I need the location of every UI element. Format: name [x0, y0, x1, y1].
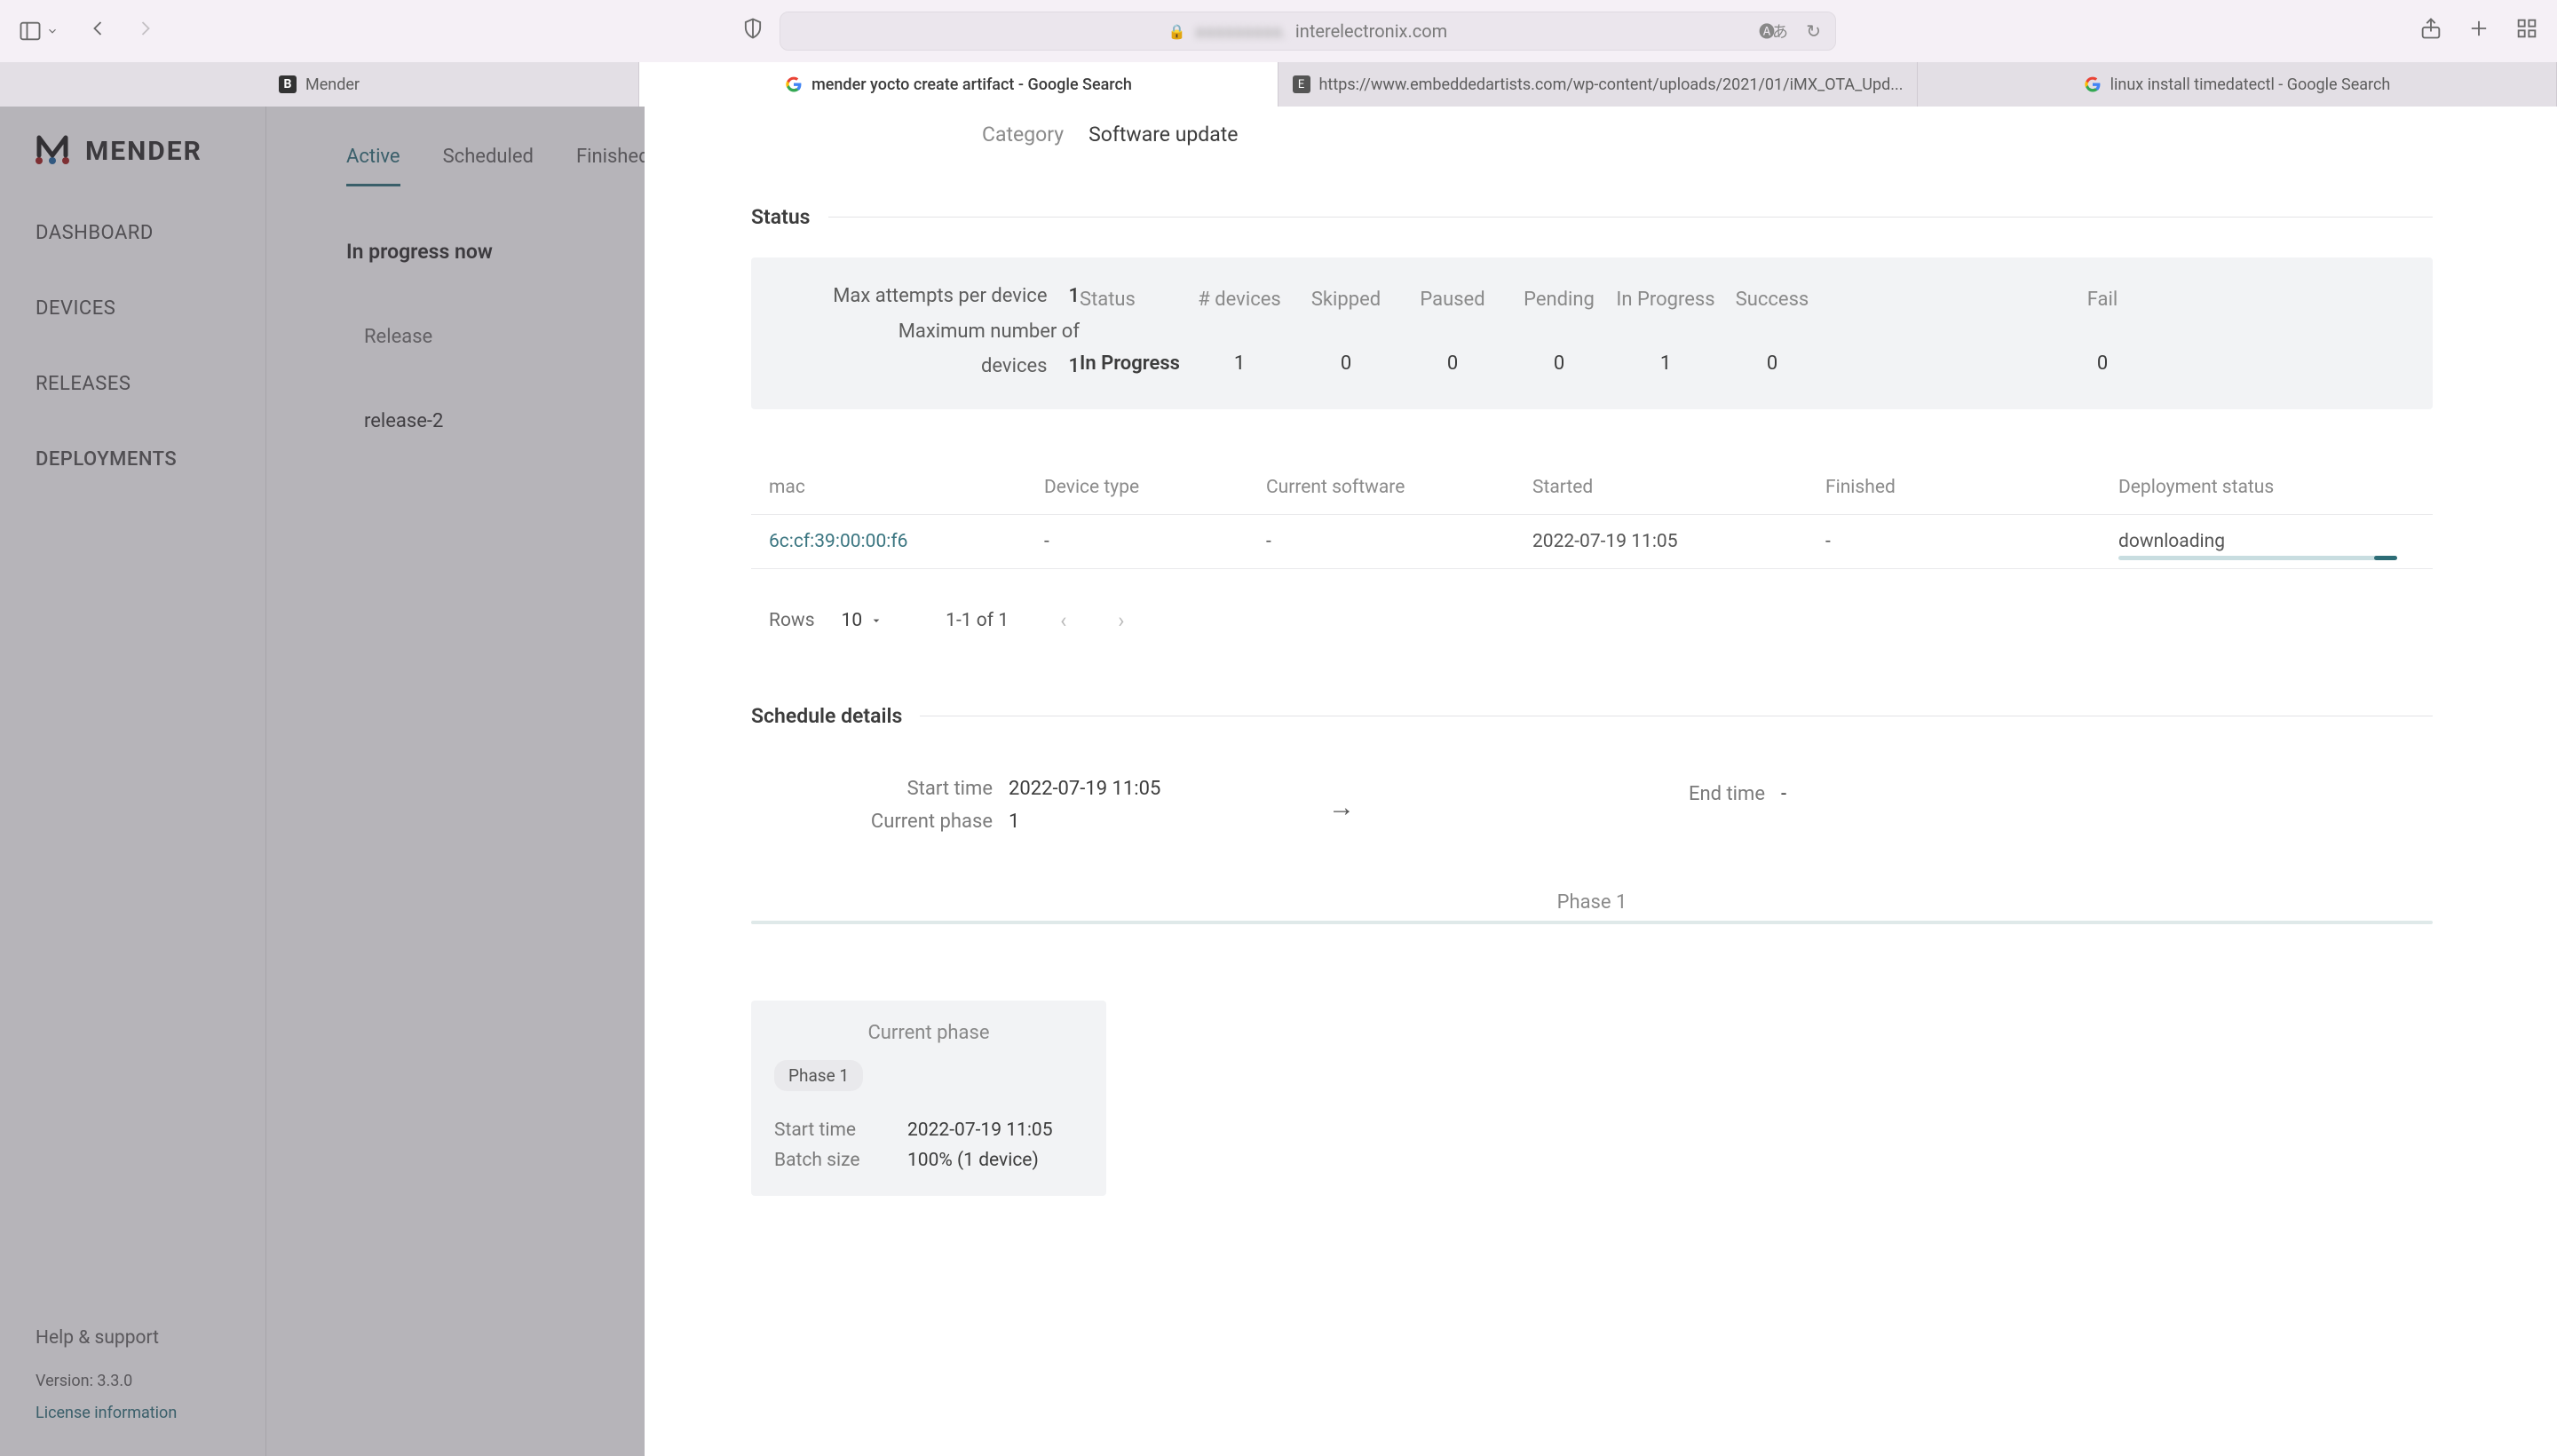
max-devices-label: Maximum number of devices [899, 320, 1080, 378]
window-sidebar-toggle[interactable] [18, 19, 59, 44]
tab-mender[interactable]: B Mender [0, 62, 639, 107]
deployment-detail-panel: Category Software update Status Status #… [645, 107, 2557, 1456]
category-value: Software update [1089, 123, 1238, 146]
schedule-start-value: 2022-07-19 11:05 [1009, 778, 1186, 800]
status-summary-box: Status # devices Skipped Paused Pending … [751, 257, 2433, 409]
arrow-right-icon: → [1328, 792, 1355, 823]
tab-strip: B Mender mender yocto create artifact - … [0, 62, 2557, 107]
phase-chip: Phase 1 [774, 1060, 863, 1091]
schedule-end-label: End time [1639, 783, 1781, 805]
page-range: 1-1 of 1 [946, 610, 1009, 631]
table-row[interactable]: 6c:cf:39:00:00:f6 - - 2022-07-19 11:05 -… [751, 515, 2433, 569]
new-tab-icon[interactable] [2466, 16, 2491, 47]
schedule-phase-label: Current phase [831, 811, 1009, 833]
th-finished: Finished [1825, 477, 2118, 498]
dropdown-arrow-icon [869, 613, 883, 628]
max-attempts-label: Max attempts per device [833, 285, 1047, 307]
phase-progress-label: Phase 1 [1557, 891, 1627, 914]
phase-progress-bar: Phase 1 [751, 891, 2433, 924]
favicon-site-icon: E [1293, 75, 1310, 93]
nav-forward-button[interactable] [133, 16, 158, 47]
status-col-paused: Paused [1399, 289, 1506, 311]
table-pager: Rows 10 1-1 of 1 ‹ › [751, 608, 2433, 633]
cell-deployment-status: downloading [2118, 531, 2433, 552]
cell-mac[interactable]: 6c:cf:39:00:00:f6 [769, 531, 1044, 552]
translate-icon[interactable]: 🅐あ [1759, 20, 1785, 43]
favicon-google-icon [2084, 75, 2102, 93]
status-col-pending: Pending [1506, 289, 1612, 311]
current-phase-card: Current phase Phase 1 Start time 2022-07… [751, 1001, 1106, 1196]
favicon-google-icon [785, 75, 803, 93]
status-val-devices: 1 [1186, 352, 1293, 375]
tab-google-search-2[interactable]: linux install timedatectl - Google Searc… [1918, 62, 2557, 107]
address-bar[interactable]: 🔒 aaaaaaaaa. interelectronix.com 🅐あ ↻ [780, 12, 1836, 51]
tab-overview-icon[interactable] [2514, 16, 2539, 47]
phase-card-batch-label: Batch size [774, 1150, 890, 1171]
phase-card-start-label: Start time [774, 1120, 890, 1141]
status-val-skipped: 0 [1293, 352, 1399, 375]
url-text: interelectronix.com [1295, 20, 1447, 42]
nav-back-button[interactable] [85, 16, 110, 47]
status-col-devices: # devices [1186, 289, 1293, 311]
rows-per-page-select[interactable]: 10 [842, 610, 884, 631]
phase-card-title: Current phase [774, 1022, 1083, 1044]
reload-icon[interactable]: ↻ [1806, 20, 1821, 42]
status-col-fail: Fail [1825, 289, 2379, 311]
download-progress-bar [2118, 556, 2397, 560]
page-prev-button[interactable]: ‹ [1060, 608, 1066, 633]
cell-device-type: - [1044, 531, 1266, 552]
schedule-phase-value: 1 [1009, 811, 1186, 833]
th-device-type: Device type [1044, 477, 1266, 498]
th-deployment-status: Deployment status [2118, 477, 2433, 498]
status-val-paused: 0 [1399, 352, 1506, 375]
share-icon[interactable] [2418, 16, 2443, 47]
cell-started: 2022-07-19 11:05 [1532, 531, 1825, 552]
privacy-shield-icon[interactable] [740, 16, 765, 47]
tab-embedded-artists[interactable]: E https://www.embeddedartists.com/wp-con… [1278, 62, 1918, 107]
lock-icon: 🔒 [1168, 23, 1186, 40]
th-started: Started [1532, 477, 1825, 498]
status-col-inprogress: In Progress [1612, 289, 1719, 311]
category-label: Category [982, 123, 1064, 146]
phase-card-start-value: 2022-07-19 11:05 [907, 1120, 1053, 1141]
th-mac: mac [769, 477, 1044, 498]
status-value: In Progress [1080, 352, 1186, 375]
status-val-inprogress: 1 [1612, 352, 1719, 375]
phase-card-batch-value: 100% (1 device) [907, 1150, 1039, 1171]
tab-google-search-1[interactable]: mender yocto create artifact - Google Se… [639, 62, 1278, 107]
favicon-bootstrap-icon: B [279, 75, 297, 93]
schedule-start-label: Start time [831, 778, 1009, 800]
chevron-down-icon [46, 25, 59, 37]
cell-finished: - [1825, 531, 2118, 552]
status-val-fail: 0 [1825, 352, 2379, 375]
schedule-section-title: Schedule details [751, 704, 2433, 728]
tab-label: linux install timedatectl - Google Searc… [2110, 75, 2391, 94]
status-val-pending: 0 [1506, 352, 1612, 375]
rows-label: Rows [769, 610, 815, 631]
max-attempts-value: 1 [1068, 285, 1080, 307]
tab-label: mender yocto create artifact - Google Se… [811, 75, 1132, 94]
status-col-label: Status [1080, 289, 1186, 311]
cell-current-software: - [1266, 531, 1532, 552]
tab-label: Mender [305, 75, 360, 94]
th-current-software: Current software [1266, 477, 1532, 498]
status-section-title: Status [751, 205, 2433, 229]
status-val-success: 0 [1719, 352, 1825, 375]
browser-toolbar: 🔒 aaaaaaaaa. interelectronix.com 🅐あ ↻ [0, 0, 2557, 62]
page-next-button[interactable]: › [1118, 608, 1124, 633]
max-devices-value: 1 [1068, 355, 1080, 377]
schedule-end-value: - [1781, 783, 1834, 805]
tab-label: https://www.embeddedartists.com/wp-conte… [1319, 75, 1904, 94]
device-table: mac Device type Current software Started… [751, 461, 2433, 569]
status-col-success: Success [1719, 289, 1825, 311]
status-col-skipped: Skipped [1293, 289, 1399, 311]
